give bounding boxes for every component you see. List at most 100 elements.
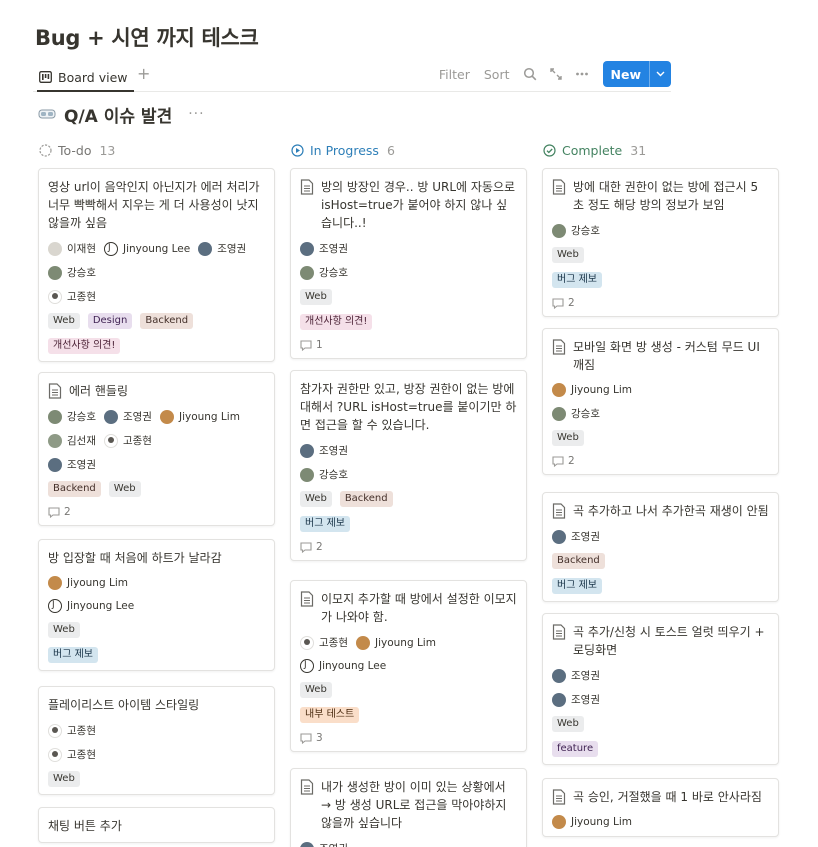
search-icon[interactable] xyxy=(517,61,543,87)
new-button-label: New xyxy=(610,66,642,82)
people-row: 고종현 xyxy=(48,723,265,738)
person-chip[interactable]: Jiyoung Lim xyxy=(552,383,632,397)
avatar xyxy=(300,635,314,650)
comment-count-value: 1 xyxy=(316,339,323,351)
card-title: 채팅 버튼 추가 xyxy=(48,819,122,833)
board-card[interactable]: 곡 추가/신청 시 토스트 얼럿 띄우기 + 로딩화면 조영권 조영권 Web feat… xyxy=(542,613,779,765)
person-chip[interactable]: 조영권 xyxy=(300,241,348,256)
avatar xyxy=(48,241,62,256)
board-card[interactable]: 방의 방장인 경우.. 방 URL에 자동으로 isHost=true가 붙어야… xyxy=(290,168,527,359)
filter-button[interactable]: Filter xyxy=(432,61,477,87)
board-card[interactable]: 에러 핸들링 강승호 조영권 Jiyoung Lim 김선재 고종현 조영권 Backend W… xyxy=(38,372,275,526)
comment-icon xyxy=(48,506,60,518)
tag-row: 개선사항 의견! xyxy=(48,338,265,354)
person-chip[interactable]: 조영권 xyxy=(552,668,600,683)
sort-button[interactable]: Sort xyxy=(477,61,517,87)
board-card[interactable]: 채팅 버튼 추가 xyxy=(38,807,275,843)
tag-badge: Web xyxy=(552,247,584,263)
comment-count[interactable]: 2 xyxy=(552,455,769,467)
people-row: Jiyoung Lim xyxy=(552,815,769,829)
board-card[interactable]: 내가 생성한 방이 이미 있는 상황에서 → 방 생성 URL로 접근을 막아야… xyxy=(290,768,527,847)
person-chip[interactable]: Jiyoung Lim xyxy=(48,576,128,590)
board-card[interactable]: 곡 승인, 거절했을 때 1 바로 안사라짐 Jiyoung Lim xyxy=(542,778,779,837)
person-chip[interactable]: 강승호 xyxy=(300,467,348,482)
person-name: 조영권 xyxy=(319,841,348,847)
comment-count[interactable]: 2 xyxy=(300,541,517,553)
comment-count-value: 3 xyxy=(316,732,323,744)
board-card[interactable]: 모바일 화면 방 생성 - 커스텀 무드 UI 깨짐 Jiyoung Lim 강승호… xyxy=(542,328,779,475)
board-icon xyxy=(39,71,52,83)
avatar xyxy=(48,409,62,424)
tag-badge: Backend xyxy=(339,491,393,507)
comment-count[interactable]: 3 xyxy=(300,732,517,744)
board-card[interactable]: 이모지 추가할 때 방에서 설정한 이모지가 나와야 함. 고종현 Jiyoung … xyxy=(290,580,527,752)
person-chip[interactable]: Jiyoung Lim xyxy=(159,409,240,424)
person-chip[interactable]: 고종현 xyxy=(103,433,152,448)
tag-row: 내부 테스트 xyxy=(300,707,517,723)
person-chip[interactable]: Jiyoung Lim xyxy=(355,635,436,650)
person-chip[interactable]: 조영권 xyxy=(300,841,348,847)
page-title: Bug + 시연 까지 테스크 xyxy=(35,26,259,50)
board-card[interactable]: 방 입장할 때 처음에 하트가 날라감 Jiyoung Lim J Jinyoung … xyxy=(38,539,275,671)
person-chip[interactable]: 강승호 xyxy=(552,406,600,421)
person-chip[interactable]: 조영권 xyxy=(300,443,348,458)
card-title: 플레이리스트 아이템 스타일링 xyxy=(48,698,200,712)
person-chip[interactable]: 고종현 xyxy=(48,747,96,762)
person-name: 강승호 xyxy=(67,411,96,423)
tag-row: feature xyxy=(552,741,769,757)
person-chip[interactable]: 강승호 xyxy=(552,223,600,238)
people-row: 고종현 xyxy=(48,289,265,304)
avatar xyxy=(103,409,118,424)
person-chip[interactable]: 이재현 xyxy=(48,241,96,256)
avatar xyxy=(48,265,62,280)
more-options-icon[interactable] xyxy=(569,61,595,87)
comment-count[interactable]: 1 xyxy=(300,339,517,351)
add-view-button[interactable]: + xyxy=(137,64,150,83)
group-title: Q/A 이슈 발견 xyxy=(64,106,173,127)
person-chip[interactable]: 고종현 xyxy=(300,635,348,650)
person-chip[interactable]: 조영권 xyxy=(48,457,96,472)
group-more-button[interactable]: ··· xyxy=(188,106,204,122)
column-header: In Progress 6 xyxy=(291,140,527,160)
comment-count[interactable]: 2 xyxy=(552,297,769,309)
person-name: 조영권 xyxy=(67,459,96,471)
board-card[interactable]: 영상 url이 음악인지 아닌지가 에러 처리가 너무 빡빡해서 지우는 게 더… xyxy=(38,168,275,362)
person-chip[interactable]: 강승호 xyxy=(48,265,96,280)
person-chip[interactable]: 김선재 xyxy=(48,433,96,448)
board-card[interactable]: 플레이리스트 아이템 스타일링 고종현 고종현 Web xyxy=(38,686,275,795)
avatar xyxy=(552,529,566,544)
person-chip[interactable]: 조영권 xyxy=(552,529,600,544)
column-complete: Complete 31 xyxy=(542,140,779,160)
tag-badge: Web xyxy=(552,430,584,446)
comment-icon xyxy=(300,339,312,351)
person-chip[interactable]: J Jinyoung Lee xyxy=(300,659,386,673)
person-chip[interactable]: 강승호 xyxy=(300,265,348,280)
person-name: 조영권 xyxy=(571,670,600,682)
person-chip[interactable]: 조영권 xyxy=(103,409,152,424)
tab-board-view[interactable]: Board view xyxy=(39,65,128,89)
person-chip[interactable]: 조영권 xyxy=(552,692,600,707)
card-title: 곡 승인, 거절했을 때 1 바로 안사라짐 xyxy=(573,790,762,804)
person-chip[interactable]: 강승호 xyxy=(48,409,96,424)
page-icon xyxy=(552,179,566,195)
avatar xyxy=(159,409,174,424)
tag-row: Web xyxy=(552,430,769,446)
person-chip[interactable]: J Jinyoung Lee xyxy=(103,241,190,256)
person-chip[interactable]: 고종현 xyxy=(48,289,96,304)
person-name: 강승호 xyxy=(319,267,348,279)
board-card[interactable]: 곡 추가하고 나서 추가한곡 재생이 안됨 조영권 Backend 버그 제보 xyxy=(542,492,779,602)
expand-icon[interactable] xyxy=(543,61,569,87)
person-chip[interactable]: Jiyoung Lim xyxy=(552,815,632,829)
board-card[interactable]: 참가자 권한만 있고, 방장 권한이 없는 방에 대해서 ?URL isHost… xyxy=(290,370,527,561)
people-row: 조영권 xyxy=(300,443,517,458)
new-button[interactable]: New xyxy=(602,61,671,87)
tag-row: 버그 제보 xyxy=(48,647,265,663)
chevron-down-icon[interactable] xyxy=(649,61,671,87)
comment-count[interactable]: 2 xyxy=(48,506,265,518)
board-card[interactable]: 방에 대한 권한이 없는 방에 접근시 5초 정도 해당 방의 정보가 보임 강승… xyxy=(542,168,779,317)
person-chip[interactable]: J Jinyoung Lee xyxy=(48,599,134,613)
person-chip[interactable]: 고종현 xyxy=(48,723,96,738)
person-chip[interactable]: 조영권 xyxy=(198,241,246,256)
tag-badge: 버그 제보 xyxy=(48,647,98,663)
column-header: To-do 13 xyxy=(39,140,275,160)
